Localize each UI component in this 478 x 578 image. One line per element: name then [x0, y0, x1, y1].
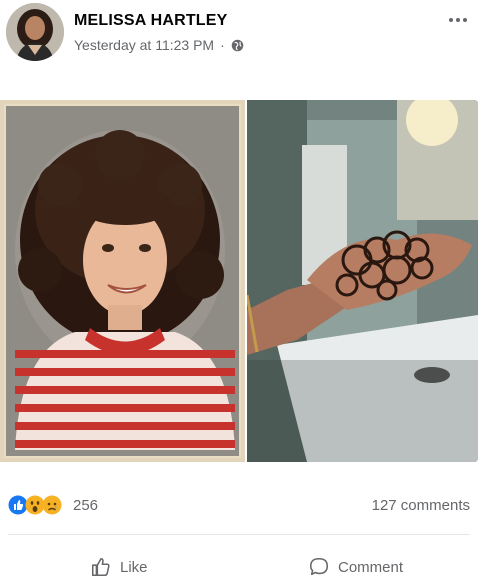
reaction-count[interactable]: 256: [73, 497, 98, 514]
like-button[interactable]: Like: [90, 556, 148, 578]
comment-icon: [309, 557, 329, 576]
post-meta: Yesterday at 11:23 PM ·: [74, 37, 244, 53]
like-label: Like: [120, 558, 148, 576]
divider: [8, 534, 470, 535]
comment-button[interactable]: Comment: [308, 556, 403, 578]
thumbs-up-icon: [91, 557, 110, 577]
post-timestamp[interactable]: Yesterday at 11:23 PM: [74, 37, 214, 53]
comments-count[interactable]: 127 comments: [372, 497, 470, 514]
more-icon: [449, 18, 453, 22]
reaction-icons: [8, 495, 62, 515]
more-options-button[interactable]: [446, 10, 470, 30]
avatar[interactable]: [6, 3, 64, 61]
reactions-summary[interactable]: 256: [8, 495, 98, 515]
globe-icon: [231, 39, 244, 51]
hair-in-hand-photo[interactable]: [247, 100, 478, 462]
comment-label: Comment: [338, 558, 404, 576]
sad-icon: [42, 495, 62, 515]
author-name[interactable]: MELISSA HARTLEY: [74, 12, 228, 30]
post-media[interactable]: [0, 96, 478, 466]
post-actions: Like Comment: [0, 548, 478, 578]
meta-separator: ·: [220, 37, 225, 53]
post-header: MELISSA HARTLEY Yesterday at 11:23 PM ·: [0, 0, 478, 80]
childhood-photo[interactable]: [0, 96, 249, 466]
